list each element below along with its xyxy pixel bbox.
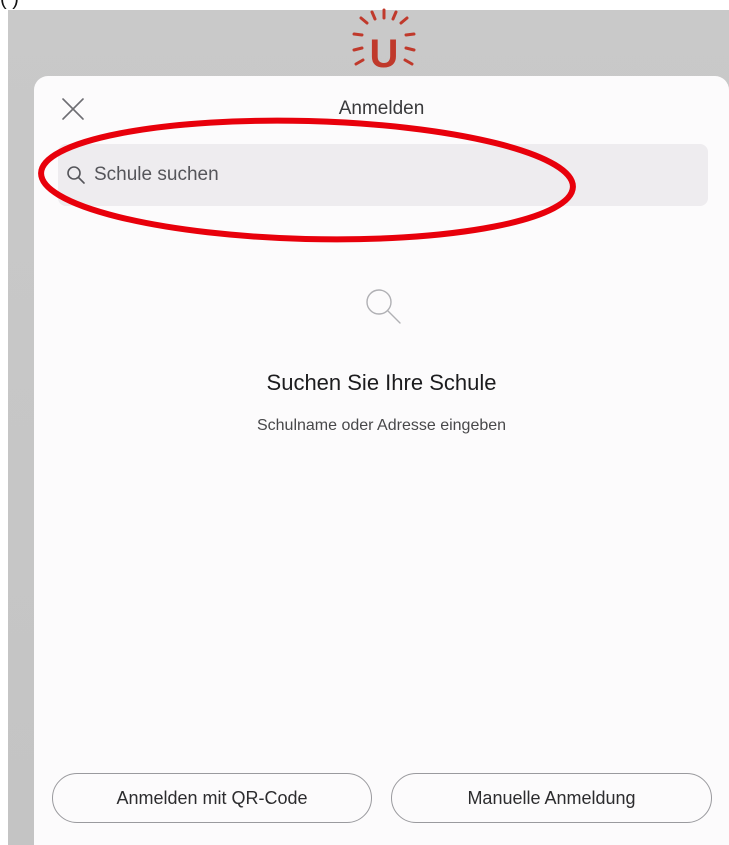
app-logo: U	[352, 8, 416, 76]
logo-letter: U	[370, 32, 399, 76]
qr-code-login-button[interactable]: Anmelden mit QR-Code	[52, 773, 372, 823]
manual-login-button[interactable]: Manuelle Anmeldung	[391, 773, 712, 823]
modal-title: Anmelden	[338, 98, 425, 119]
school-search-bar[interactable]	[58, 144, 708, 206]
search-icon	[67, 166, 85, 184]
empty-state-search-icon	[366, 289, 401, 324]
empty-state-title: Suchen Sie Ihre Schule	[266, 370, 497, 395]
school-search-input[interactable]	[94, 158, 694, 192]
empty-state-subtitle: Schulname oder Adresse eingeben	[256, 417, 507, 434]
login-modal: Anmelden Suchen Sie Ihre Schule Schulnam…	[34, 76, 729, 845]
